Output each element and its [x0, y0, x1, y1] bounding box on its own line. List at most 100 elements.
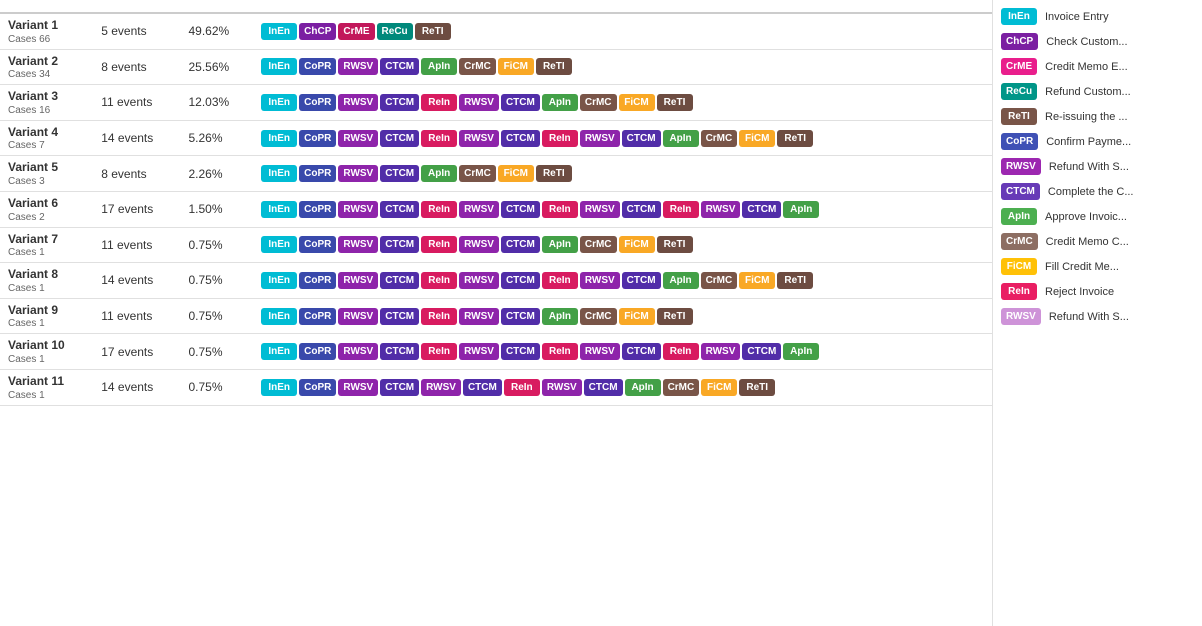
step-badge[interactable]: RWSV: [338, 201, 378, 218]
step-badge[interactable]: CTCM: [622, 201, 661, 218]
legend-item[interactable]: CTCMComplete the C...: [993, 179, 1202, 204]
step-badge[interactable]: CTCM: [501, 272, 540, 289]
legend-item[interactable]: CrMECredit Memo E...: [993, 54, 1202, 79]
table-row[interactable]: Variant 7Cases 111 events0.75%InEnCoPRRW…: [0, 227, 992, 263]
step-badge[interactable]: RWSV: [338, 272, 378, 289]
step-badge[interactable]: ReCu: [377, 23, 413, 40]
step-badge[interactable]: RWSV: [459, 308, 499, 325]
step-badge[interactable]: ReIn: [421, 308, 457, 325]
step-badge[interactable]: FiCM: [619, 308, 655, 325]
step-badge[interactable]: RWSV: [338, 58, 378, 75]
step-badge[interactable]: ApIn: [421, 58, 457, 75]
step-badge[interactable]: FiCM: [619, 94, 655, 111]
step-badge[interactable]: CoPR: [299, 58, 336, 75]
step-badge[interactable]: CoPR: [299, 379, 336, 396]
step-badge[interactable]: ReTI: [777, 272, 813, 289]
legend-item[interactable]: ReTIRe-issuing the ...: [993, 104, 1202, 129]
step-badge[interactable]: CTCM: [380, 343, 419, 360]
step-badge[interactable]: CTCM: [380, 94, 419, 111]
step-badge[interactable]: CTCM: [622, 343, 661, 360]
step-badge[interactable]: InEn: [261, 130, 297, 147]
step-badge[interactable]: ReTI: [657, 308, 693, 325]
step-badge[interactable]: InEn: [261, 236, 297, 253]
step-badge[interactable]: CrME: [338, 23, 374, 40]
step-badge[interactable]: InEn: [261, 379, 297, 396]
table-row[interactable]: Variant 8Cases 114 events0.75%InEnCoPRRW…: [0, 263, 992, 299]
step-badge[interactable]: CrMC: [663, 379, 700, 396]
step-badge[interactable]: RWSV: [701, 201, 741, 218]
step-badge[interactable]: CrMC: [701, 272, 738, 289]
step-badge[interactable]: ReIn: [421, 94, 457, 111]
step-badge[interactable]: RWSV: [580, 343, 620, 360]
step-badge[interactable]: ReIn: [421, 201, 457, 218]
step-badge[interactable]: InEn: [261, 94, 297, 111]
step-badge[interactable]: RWSV: [459, 130, 499, 147]
step-badge[interactable]: CrMC: [701, 130, 738, 147]
step-badge[interactable]: CTCM: [501, 308, 540, 325]
step-badge[interactable]: ApIn: [663, 272, 699, 289]
table-row[interactable]: Variant 1Cases 665 events49.62%InEnChCPC…: [0, 13, 992, 49]
step-badge[interactable]: ReIn: [663, 201, 699, 218]
step-badge[interactable]: CoPR: [299, 165, 336, 182]
step-badge[interactable]: CTCM: [742, 343, 781, 360]
step-badge[interactable]: ReIn: [421, 343, 457, 360]
legend-item[interactable]: CoPRConfirm Payme...: [993, 129, 1202, 154]
step-badge[interactable]: RWSV: [459, 343, 499, 360]
step-badge[interactable]: RWSV: [338, 130, 378, 147]
step-badge[interactable]: CTCM: [622, 130, 661, 147]
table-row[interactable]: Variant 9Cases 111 events0.75%InEnCoPRRW…: [0, 298, 992, 334]
step-badge[interactable]: ReTI: [657, 94, 693, 111]
step-badge[interactable]: ReTI: [657, 236, 693, 253]
step-badge[interactable]: CTCM: [380, 272, 419, 289]
variants-table-container[interactable]: Variant 1Cases 665 events49.62%InEnChCPC…: [0, 0, 992, 626]
step-badge[interactable]: CTCM: [501, 94, 540, 111]
step-badge[interactable]: InEn: [261, 201, 297, 218]
step-badge[interactable]: CoPR: [299, 94, 336, 111]
step-badge[interactable]: ReIn: [421, 130, 457, 147]
step-badge[interactable]: ApIn: [625, 379, 661, 396]
step-badge[interactable]: CoPR: [299, 308, 336, 325]
step-badge[interactable]: ReIn: [542, 272, 578, 289]
step-badge[interactable]: ReTI: [536, 165, 572, 182]
step-badge[interactable]: ApIn: [783, 343, 819, 360]
step-badge[interactable]: RWSV: [421, 379, 461, 396]
header-variant-name[interactable]: [0, 0, 93, 13]
step-badge[interactable]: CTCM: [742, 201, 781, 218]
step-badge[interactable]: RWSV: [338, 343, 378, 360]
legend-item[interactable]: RWSVRefund With S...: [993, 154, 1202, 179]
step-badge[interactable]: ReTI: [415, 23, 451, 40]
legend-item[interactable]: ReInReject Invoice: [993, 279, 1202, 304]
step-badge[interactable]: ReIn: [421, 236, 457, 253]
step-badge[interactable]: CTCM: [380, 165, 419, 182]
step-badge[interactable]: FiCM: [701, 379, 737, 396]
step-badge[interactable]: ApIn: [542, 94, 578, 111]
step-badge[interactable]: CrMC: [580, 236, 617, 253]
step-badge[interactable]: ReIn: [421, 272, 457, 289]
step-badge[interactable]: CrMC: [459, 58, 496, 75]
step-badge[interactable]: ChCP: [299, 23, 336, 40]
legend-item[interactable]: ReCuRefund Custom...: [993, 79, 1202, 104]
legend-item[interactable]: ApInApprove Invoic...: [993, 204, 1202, 229]
step-badge[interactable]: CTCM: [463, 379, 502, 396]
step-badge[interactable]: CrMC: [580, 94, 617, 111]
step-badge[interactable]: FiCM: [498, 165, 534, 182]
step-badge[interactable]: RWSV: [459, 201, 499, 218]
step-badge[interactable]: ReIn: [504, 379, 540, 396]
table-row[interactable]: Variant 10Cases 117 events0.75%InEnCoPRR…: [0, 334, 992, 370]
step-badge[interactable]: RWSV: [580, 130, 620, 147]
step-badge[interactable]: ApIn: [542, 236, 578, 253]
step-badge[interactable]: ApIn: [783, 201, 819, 218]
table-row[interactable]: Variant 11Cases 114 events0.75%InEnCoPRR…: [0, 369, 992, 405]
step-badge[interactable]: ReTI: [739, 379, 775, 396]
step-badge[interactable]: InEn: [261, 272, 297, 289]
step-badge[interactable]: RWSV: [701, 343, 741, 360]
step-badge[interactable]: FiCM: [619, 236, 655, 253]
step-badge[interactable]: InEn: [261, 23, 297, 40]
step-badge[interactable]: RWSV: [459, 272, 499, 289]
header-cases-pct[interactable]: [180, 0, 253, 13]
step-badge[interactable]: CTCM: [380, 130, 419, 147]
step-badge[interactable]: CoPR: [299, 130, 336, 147]
step-badge[interactable]: CoPR: [299, 343, 336, 360]
legend-item[interactable]: FiCMFill Credit Me...: [993, 254, 1202, 279]
step-badge[interactable]: CTCM: [380, 201, 419, 218]
